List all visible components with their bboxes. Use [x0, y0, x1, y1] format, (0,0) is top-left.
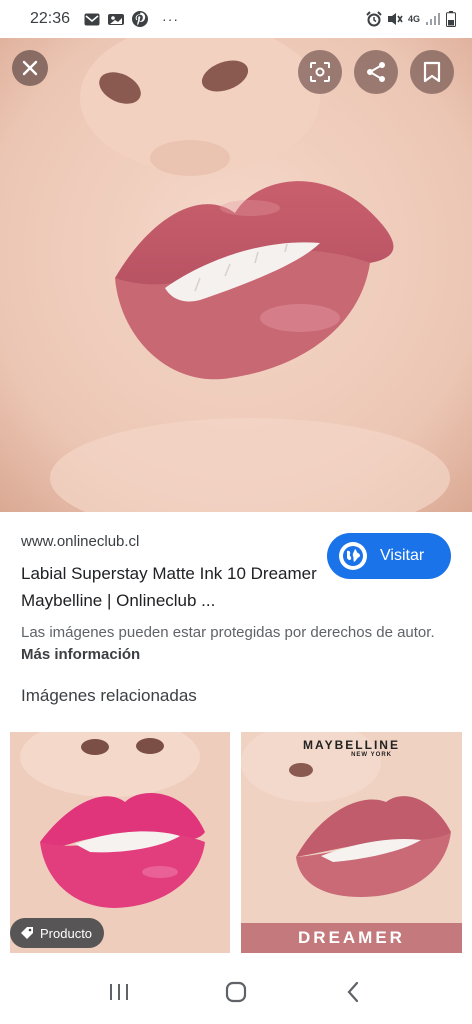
home-button[interactable]	[216, 972, 256, 1012]
back-button[interactable]	[333, 972, 373, 1012]
more-info-link[interactable]: Más información	[21, 646, 140, 663]
related-heading: Imágenes relacionadas	[21, 686, 197, 705]
product-badge: Producto	[10, 918, 105, 948]
page-title[interactable]: Labial Superstay Matte Ink 10 Dreamer Ma…	[21, 560, 321, 614]
hero-image[interactable]	[0, 38, 472, 512]
gmail-icon	[84, 13, 100, 25]
alarm-icon	[366, 11, 382, 27]
lips-photo	[0, 38, 472, 512]
recent-apps-button[interactable]	[99, 972, 139, 1012]
recent-apps-icon	[109, 984, 128, 1000]
battery-icon	[446, 11, 456, 27]
lens-icon	[310, 62, 330, 82]
related-image-1[interactable]: Producto	[10, 732, 230, 953]
share-button[interactable]	[354, 50, 398, 94]
product-badge-label: Producto	[40, 925, 93, 941]
globe-icon	[339, 542, 367, 570]
brand-name: MAYBELLINE	[303, 738, 400, 752]
share-icon	[367, 62, 385, 82]
signal-icon	[426, 12, 440, 25]
lens-button[interactable]	[298, 50, 342, 94]
status-bar: 22:36 ··· 4G	[0, 0, 472, 38]
network-type: 4G	[407, 13, 420, 24]
visit-label: Visitar	[380, 547, 425, 564]
mute-icon	[387, 13, 403, 25]
close-icon	[22, 60, 38, 76]
copyright-text: Las imágenes pueden estar protegidas por…	[21, 624, 435, 641]
status-right: 4G	[366, 11, 456, 27]
dreamer-lips-photo	[241, 732, 462, 953]
copyright-notice: Las imágenes pueden estar protegidas por…	[21, 622, 441, 666]
system-nav-bar	[0, 960, 472, 1024]
save-button[interactable]	[410, 50, 454, 94]
status-time: 22:36	[30, 10, 71, 27]
shade-name-band: DREAMER	[241, 923, 462, 953]
brand-subtitle: NEW YORK	[351, 752, 392, 758]
brand-logo: MAYBELLINE NEW YORK	[241, 738, 462, 758]
photo-notification-icon	[108, 13, 125, 25]
more-notifications-icon: ···	[162, 11, 180, 27]
tag-icon	[21, 927, 33, 939]
source-domain[interactable]: www.onlineclub.cl	[21, 533, 139, 550]
back-icon	[347, 981, 359, 1003]
close-button[interactable]	[12, 50, 48, 86]
related-image-2[interactable]: MAYBELLINE NEW YORK DREAMER	[241, 732, 462, 953]
status-left: 22:36 ···	[30, 10, 179, 28]
home-icon	[225, 981, 247, 1003]
pinterest-icon	[132, 11, 149, 27]
visit-button[interactable]: Visitar	[327, 533, 451, 579]
bookmark-icon	[423, 61, 441, 83]
